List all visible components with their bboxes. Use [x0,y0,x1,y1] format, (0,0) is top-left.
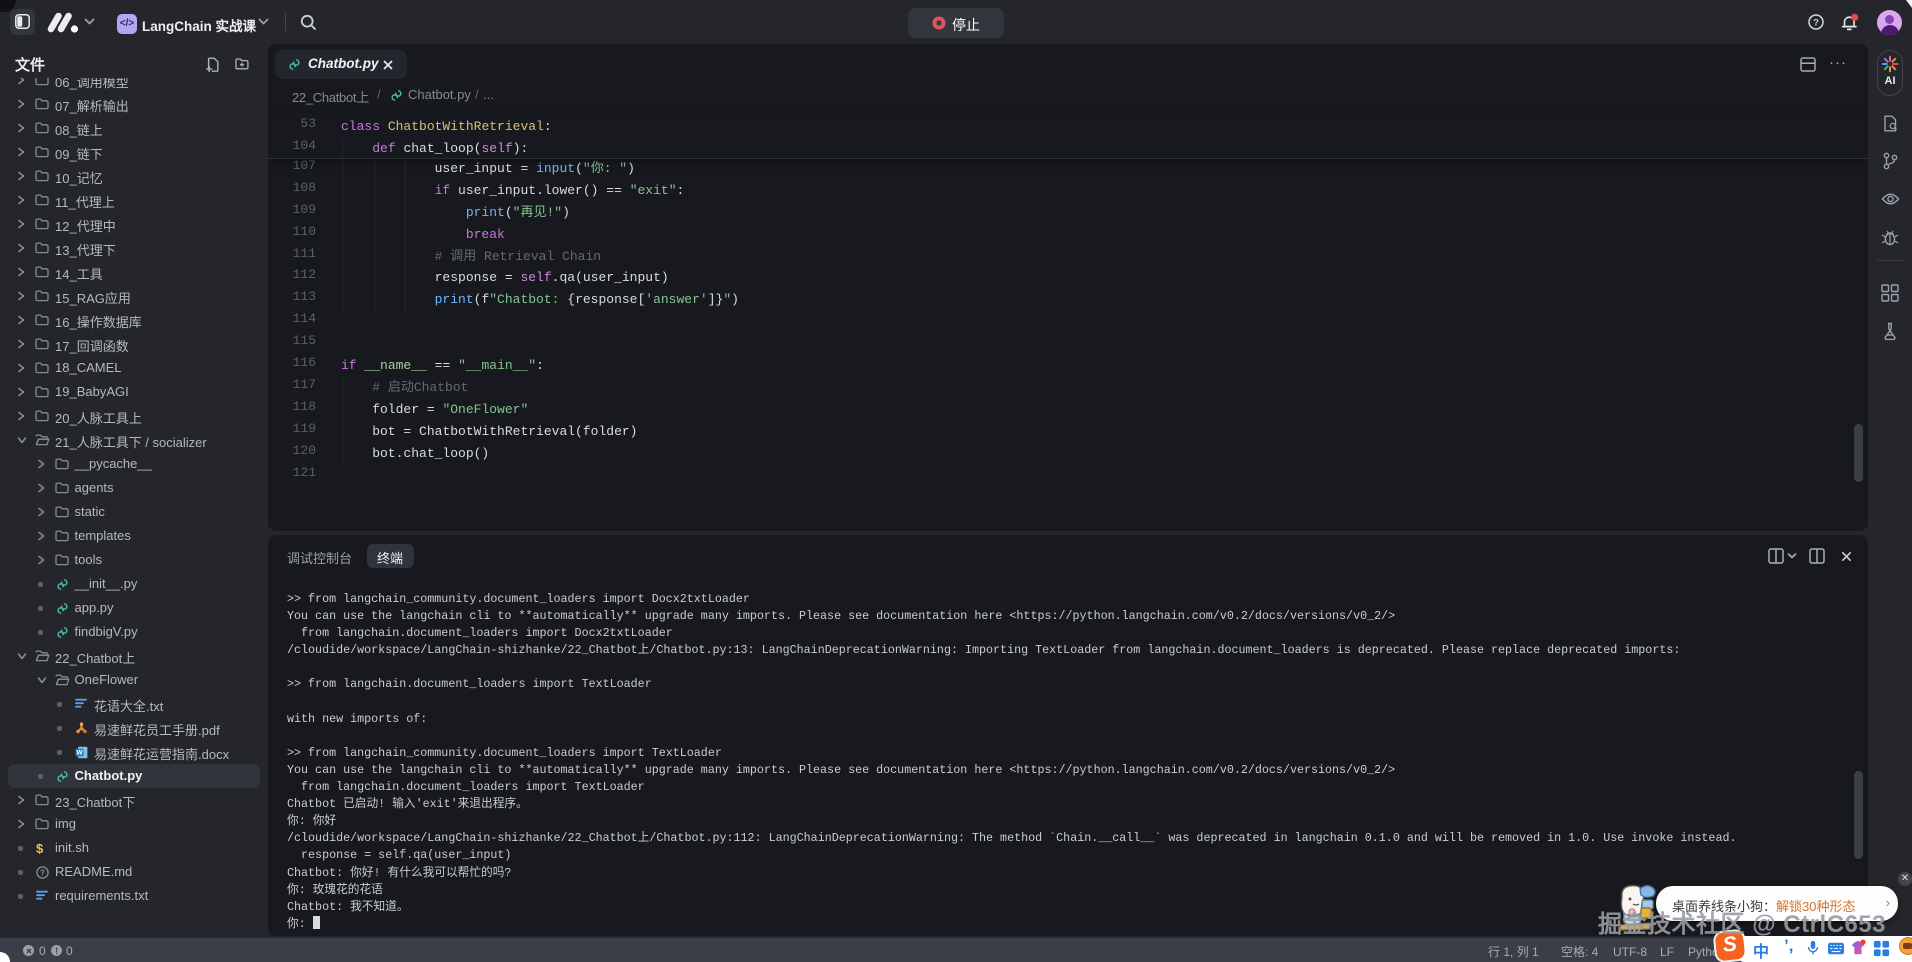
svg-text:?: ? [40,868,45,877]
svg-text:W: W [77,750,84,757]
svg-text:?: ? [1813,17,1819,28]
